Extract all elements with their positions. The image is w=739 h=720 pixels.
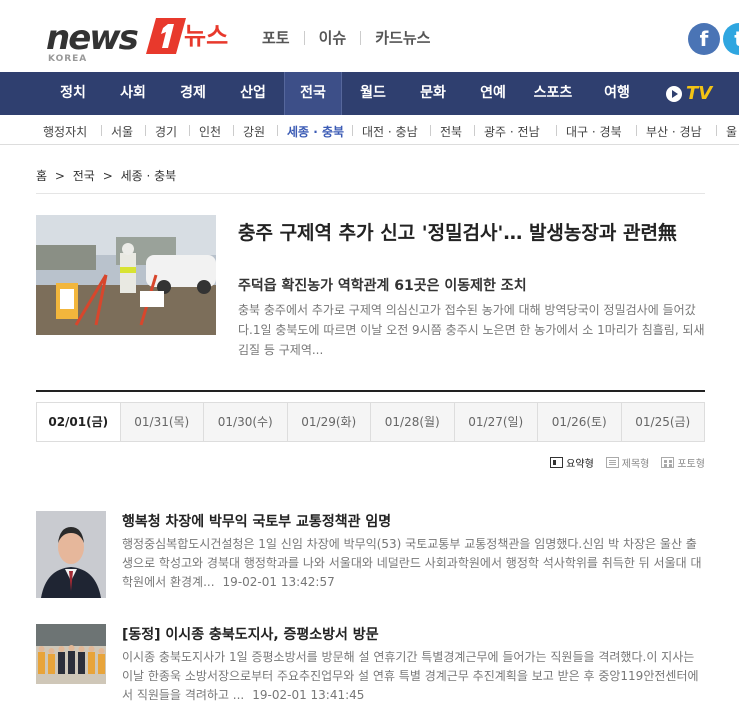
divider xyxy=(277,125,278,136)
subnav-seoul[interactable]: 서울 xyxy=(111,123,133,140)
nav-entertainment[interactable]: 연예 xyxy=(466,72,520,115)
subnav-sejong-chungbuk[interactable]: 세종 · 충북 xyxy=(287,123,344,140)
breadcrumb-sep: > xyxy=(54,169,65,183)
date-tabs: 02/01(금) 01/31(목) 01/30(수) 01/29(화) 01/2… xyxy=(36,402,705,442)
subnav-gyeonggi[interactable]: 경기 xyxy=(155,123,177,140)
view-options: 요약형 제목형 포토형 xyxy=(538,455,705,470)
breadcrumb-home[interactable]: 홈 xyxy=(36,169,47,183)
breadcrumb-national[interactable]: 전국 xyxy=(73,169,95,183)
site-logo[interactable]: news 뉴스 KOREA xyxy=(46,16,241,66)
nav-economy[interactable]: 경제 xyxy=(166,72,220,115)
top-story-title[interactable]: 충주 구제역 추가 신고 '정밀검사'… 발생농장과 관련無 xyxy=(238,220,708,247)
subnav-incheon[interactable]: 인천 xyxy=(199,123,221,140)
view-title-button[interactable]: 제목형 xyxy=(605,455,650,470)
view-summary-label: 요약형 xyxy=(566,459,594,470)
twitter-icon[interactable]: t xyxy=(723,23,739,55)
divider xyxy=(474,125,475,136)
article-summary-text: 행정중심복합도시건설청은 1일 신임 차장에 박무익(53) 국토교통부 교통정… xyxy=(122,537,702,589)
date-tab[interactable]: 01/26(토) xyxy=(537,403,621,441)
top-story-summary: 충북 충주에서 추가로 구제역 의심신고가 접수된 농가에 대해 방역당국이 정… xyxy=(238,303,705,357)
article-timestamp: 19-02-01 13:41:45 xyxy=(252,688,365,702)
divider xyxy=(636,125,637,136)
divider xyxy=(556,125,557,136)
nav-travel[interactable]: 여행 xyxy=(590,72,644,115)
main-nav: 정치 사회 경제 산업 전국 월드 문화 연예 스포츠 여행 TV xyxy=(0,72,739,115)
logo-news-text: news xyxy=(46,18,139,58)
subnav-gangwon[interactable]: 강원 xyxy=(243,123,265,140)
divider xyxy=(101,125,102,136)
logo-korea-text: KOREA xyxy=(48,54,88,64)
article-timestamp: 19-02-01 13:42:57 xyxy=(222,575,335,589)
article-photo[interactable] xyxy=(36,624,106,684)
date-tab[interactable]: 01/30(수) xyxy=(203,403,287,441)
topnav-photo[interactable]: 포토 xyxy=(262,27,290,48)
portrait-image xyxy=(36,511,106,598)
nav-culture[interactable]: 문화 xyxy=(406,72,460,115)
nav-world[interactable]: 월드 xyxy=(346,72,400,115)
nav-society[interactable]: 사회 xyxy=(106,72,160,115)
top-nav: 포토 이슈 카드뉴스 xyxy=(262,27,430,48)
subnav-ulsan[interactable]: 울 xyxy=(726,123,737,140)
divider xyxy=(360,30,362,45)
tv-label: TV xyxy=(686,83,713,104)
subnav-admin[interactable]: 행정자치 xyxy=(43,123,87,140)
date-tab[interactable]: 01/27(일) xyxy=(453,403,537,441)
summary-view-icon xyxy=(550,457,564,468)
top-story-subtitle: 주덕읍 확진농가 역학관계 61곳은 이동제한 조치 xyxy=(238,278,527,294)
divider xyxy=(430,125,431,136)
divider xyxy=(36,390,705,392)
date-tab[interactable]: 01/28(월) xyxy=(370,403,454,441)
article-title[interactable]: [동정] 이시종 충북도지사, 증평소방서 방문 xyxy=(122,624,379,644)
subnav-daegu-gyeongbuk[interactable]: 대구 · 경북 xyxy=(566,123,622,140)
nav-industry[interactable]: 산업 xyxy=(226,72,280,115)
list-item: 행복청 차장에 박무익 국토부 교통정책관 임명 행정중심복합도시건설청은 1일… xyxy=(36,511,705,601)
list-view-icon xyxy=(605,457,619,468)
play-icon xyxy=(666,85,682,102)
subnav-busan-gyeongnam[interactable]: 부산 · 경남 xyxy=(646,123,702,140)
breadcrumb-current: 세종 · 충북 xyxy=(120,169,177,183)
date-tab[interactable]: 01/25(금) xyxy=(620,403,704,441)
divider xyxy=(233,125,234,136)
top-story-photo[interactable] xyxy=(36,215,216,335)
quarantine-scene-image xyxy=(36,215,216,335)
view-photo-label: 포토형 xyxy=(677,459,705,470)
view-title-label: 제목형 xyxy=(621,459,650,470)
subnav-daejeon-chungnam[interactable]: 대전 · 충남 xyxy=(362,123,418,140)
nav-sports[interactable]: 스포츠 xyxy=(526,72,580,115)
date-tab[interactable]: 01/29(화) xyxy=(286,403,370,441)
topnav-cardnews[interactable]: 카드뉴스 xyxy=(375,27,430,48)
nav-politics[interactable]: 정치 xyxy=(46,72,100,115)
logo-korean-text: 뉴스 xyxy=(184,22,229,50)
subnav-jeonbuk[interactable]: 전북 xyxy=(440,123,462,140)
site-header: news 뉴스 KOREA 포토 이슈 카드뉴스 f t xyxy=(0,0,739,72)
nav-tv[interactable]: TV xyxy=(666,83,712,104)
subnav-gwangju-jeonnam[interactable]: 광주 · 전남 xyxy=(484,123,540,140)
divider xyxy=(303,30,305,45)
article-summary-text: 이시종 충북도지사가 1일 증평소방서를 방문해 설 연휴기간 특별경계근무에 … xyxy=(122,650,699,702)
breadcrumb-sep: > xyxy=(102,169,113,183)
topnav-issue[interactable]: 이슈 xyxy=(319,27,347,48)
view-summary-button[interactable]: 요약형 xyxy=(550,455,594,470)
grid-view-icon xyxy=(661,457,675,468)
facebook-icon[interactable]: f xyxy=(688,23,720,55)
article-photo[interactable] xyxy=(36,511,106,598)
article-summary: 행정중심복합도시건설청은 1일 신임 차장에 박무익(53) 국토교통부 교통정… xyxy=(122,535,705,592)
divider xyxy=(352,125,353,136)
date-tab[interactable]: 02/01(금) xyxy=(37,403,120,441)
article-summary: 이시종 충북도지사가 1일 증평소방서를 방문해 설 연휴기간 특별경계근무에 … xyxy=(122,648,705,705)
article-title[interactable]: 행복청 차장에 박무익 국토부 교통정책관 임명 xyxy=(122,511,391,531)
group-photo-image xyxy=(36,624,106,684)
date-tab[interactable]: 01/31(목) xyxy=(119,403,203,441)
logo-one-mark xyxy=(146,18,186,54)
view-photo-button[interactable]: 포토형 xyxy=(661,455,705,470)
divider xyxy=(716,125,717,136)
sub-nav: 행정자치 서울 경기 인천 강원 세종 · 충북 대전 · 충남 전북 광주 ·… xyxy=(0,115,739,145)
nav-national[interactable]: 전국 xyxy=(284,72,342,115)
divider xyxy=(36,193,705,194)
list-item: [동정] 이시종 충북도지사, 증평소방서 방문 이시종 충북도지사가 1일 증… xyxy=(36,624,705,714)
breadcrumb: 홈 > 전국 > 세종 · 충북 xyxy=(36,167,180,184)
divider xyxy=(189,125,190,136)
divider xyxy=(145,125,146,136)
